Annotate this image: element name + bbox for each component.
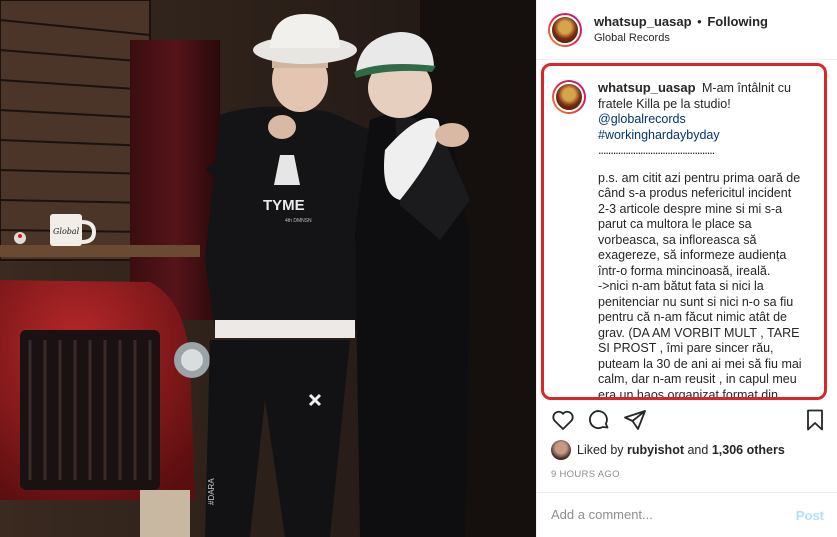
liker-username[interactable]: rubyishot: [627, 443, 684, 457]
likes-count[interactable]: 1,306 others: [712, 443, 785, 457]
likes-middle: and: [687, 443, 709, 457]
post-sidebar: whatsup_uasap • Following Global Records…: [536, 0, 837, 537]
post-header-text: whatsup_uasap • Following Global Records: [594, 14, 768, 46]
action-bar: [551, 408, 827, 434]
post-photo[interactable]: Global #DARA TYME 4th DMNSN: [0, 0, 536, 537]
caption-username[interactable]: whatsup_uasap: [598, 80, 696, 95]
table: [0, 245, 200, 257]
svg-text:4th DMNSN: 4th DMNSN: [285, 218, 312, 224]
post-timestamp[interactable]: 9 HOURS AGO: [551, 469, 620, 480]
likes-prefix: Liked by: [577, 443, 624, 457]
svg-text:#DARA: #DARA: [207, 478, 216, 505]
comment-input[interactable]: [551, 507, 771, 522]
curtain: [130, 40, 220, 320]
likes-summary: Liked by rubyishot and 1,306 others: [551, 440, 785, 460]
post-comment-button[interactable]: Post: [796, 508, 824, 523]
caption-divider: ........................................…: [598, 143, 715, 157]
svg-text:TYME: TYME: [263, 197, 305, 214]
svg-text:Global: Global: [53, 227, 80, 236]
author-username[interactable]: whatsup_uasap: [594, 14, 692, 29]
caption-ps-2: ->nici n-am bătut fata si nici la penite…: [598, 279, 802, 400]
add-comment-bar: Post: [537, 492, 837, 537]
red-tractor: [0, 280, 210, 500]
comment-icon[interactable]: [587, 408, 613, 434]
following-button[interactable]: Following: [707, 14, 768, 29]
hashtag-link[interactable]: #workinghardaybyday: [598, 128, 803, 144]
caption-comment: whatsup_uasap M-am întâlnit cu fratele K…: [552, 80, 822, 400]
liker-avatar[interactable]: [551, 440, 571, 460]
post-location[interactable]: Global Records: [594, 30, 768, 46]
heart-icon[interactable]: [551, 408, 577, 434]
mention-link[interactable]: @globalrecords: [598, 112, 803, 128]
caption-ps-1: p.s. am citit azi pentru prima oară de c…: [598, 170, 801, 278]
share-icon[interactable]: [623, 408, 649, 434]
caption-avatar[interactable]: [552, 80, 586, 114]
author-avatar[interactable]: [548, 12, 582, 47]
instagram-post-view: Global #DARA TYME 4th DMNSN whatsup_uasa…: [0, 0, 837, 537]
bookmark-icon[interactable]: [803, 408, 829, 434]
photo-illustration: Global #DARA TYME 4th DMNSN: [0, 0, 536, 537]
caption-highlight-box: whatsup_uasap M-am întâlnit cu fratele K…: [541, 63, 827, 400]
post-header: whatsup_uasap • Following Global Records: [537, 0, 837, 60]
caption-text: whatsup_uasap M-am întâlnit cu fratele K…: [598, 80, 803, 400]
separator-dot: •: [697, 13, 702, 29]
